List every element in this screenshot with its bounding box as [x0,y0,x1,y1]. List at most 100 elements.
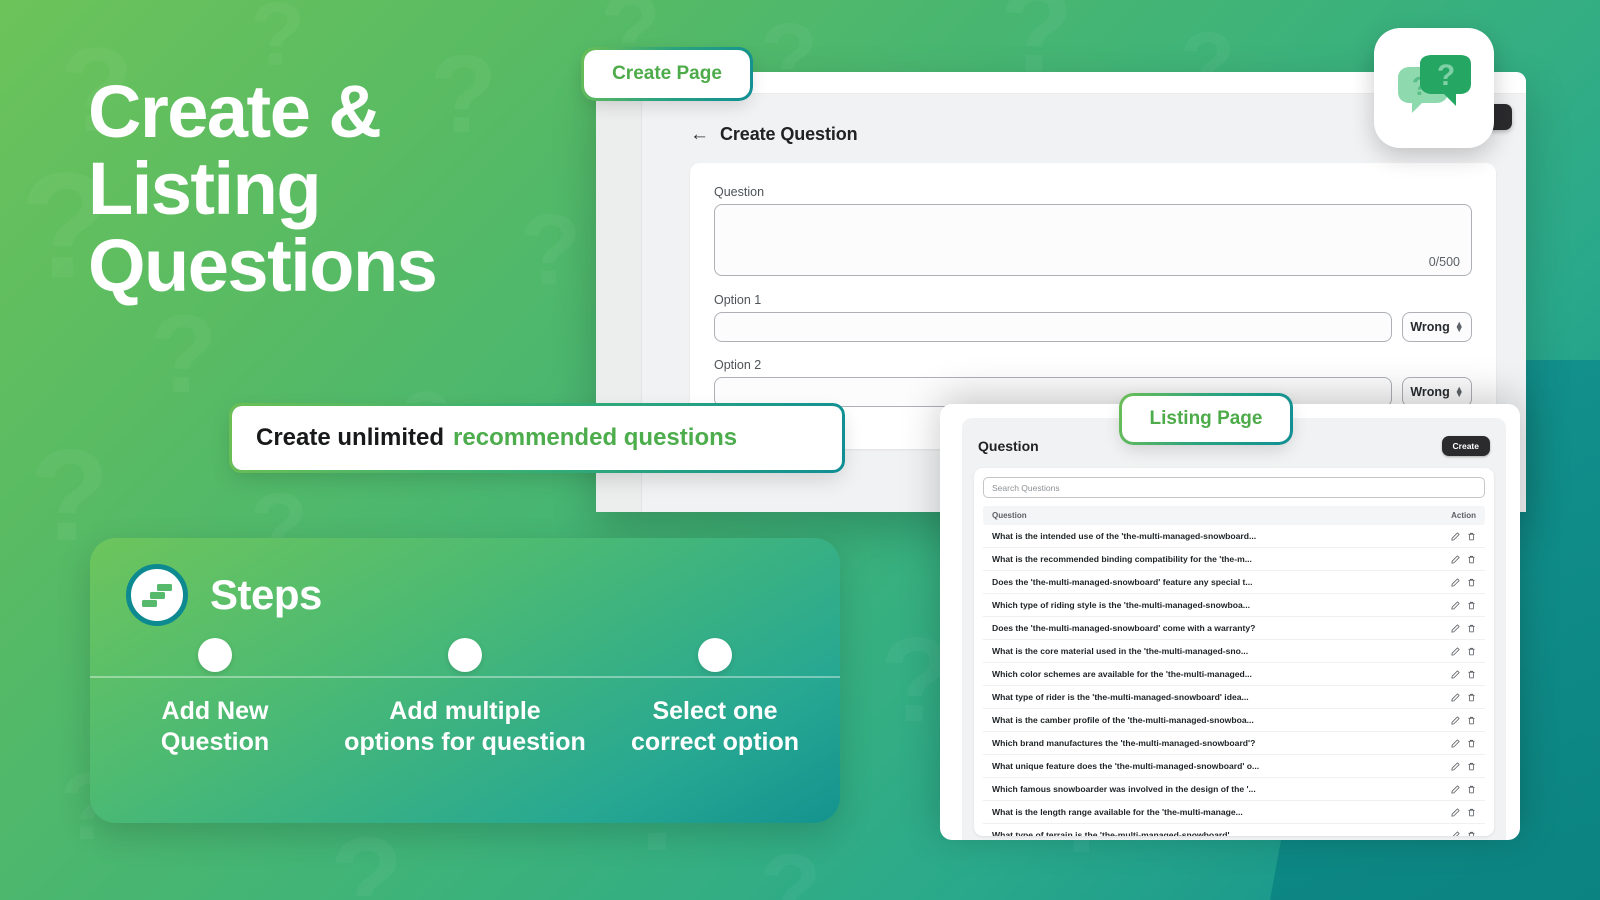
pencil-icon[interactable] [1451,692,1460,702]
table-row[interactable]: What is the length range available for t… [983,801,1485,824]
row-actions [1451,669,1476,679]
search-questions-input[interactable]: Search Questions [983,477,1485,498]
question-cell: Does the 'the-multi-managed-snowboard' c… [992,623,1256,633]
create-button[interactable]: Create [1441,436,1490,456]
option-2-input[interactable] [714,377,1392,407]
pencil-icon[interactable] [1451,784,1460,794]
question-cell: Does the 'the-multi-managed-snowboard' f… [992,577,1253,587]
step-item-3: Select one correct option [590,638,840,757]
stairs-icon [126,564,188,626]
question-cell: What unique feature does the 'the-multi-… [992,761,1260,771]
trash-icon[interactable] [1467,532,1476,541]
question-cell: What type of rider is the 'the-multi-man… [992,692,1249,702]
listing-page-window: Question Create Search Questions Questio… [940,404,1520,840]
table-row[interactable]: Which famous snowboarder was involved in… [983,778,1485,801]
option-1-correctness-select[interactable]: Wrong ▲ ▼ [1402,312,1472,342]
table-row[interactable]: Which type of riding style is the 'the-m… [983,594,1485,617]
row-actions [1451,738,1476,748]
trash-icon[interactable] [1467,808,1476,817]
pencil-icon[interactable] [1451,646,1460,656]
table-row[interactable]: What is the camber profile of the 'the-m… [983,709,1485,732]
table-row[interactable]: Which brand manufactures the 'the-multi-… [983,732,1485,755]
step-dot [448,638,482,672]
option-1-select-value: Wrong [1410,320,1450,334]
table-row[interactable]: What is the intended use of the 'the-mul… [983,525,1485,548]
step-item-1: Add New Question [90,638,340,757]
row-actions [1451,554,1476,564]
trash-icon[interactable] [1467,647,1476,656]
tagline-green-text: recommended questions [453,424,738,451]
row-actions [1451,807,1476,817]
app-logo-tile: ? ? [1374,28,1494,148]
trash-icon[interactable] [1467,762,1476,771]
pencil-icon[interactable] [1451,715,1460,725]
row-actions [1451,623,1476,633]
pencil-icon[interactable] [1451,807,1460,817]
row-actions [1451,531,1476,541]
back-arrow-icon[interactable]: ← [690,125,709,144]
trash-icon[interactable] [1467,578,1476,587]
badge-listing-page: Listing Page [1122,396,1290,442]
table-row[interactable]: Does the 'the-multi-managed-snowboard' c… [983,617,1485,640]
watermark-question-mark: ? [150,300,217,410]
tagline-banner: Create unlimited recommended questions [232,406,842,470]
listing-page-title: Question [978,438,1039,454]
pencil-icon[interactable] [1451,830,1460,837]
pencil-icon[interactable] [1451,738,1460,748]
row-actions [1451,830,1476,837]
trash-icon[interactable] [1467,693,1476,702]
trash-icon[interactable] [1467,624,1476,633]
option-1-input[interactable] [714,312,1392,342]
page-title: Create & Listing Questions [88,70,438,307]
watermark-question-mark: ? [760,840,821,900]
question-field-label: Question [714,185,765,199]
pencil-icon[interactable] [1451,554,1460,564]
question-input[interactable] [714,204,1472,276]
trash-icon[interactable] [1467,555,1476,564]
row-actions [1451,646,1476,656]
question-cell: What is the core material used in the 't… [992,646,1249,656]
table-row[interactable]: What type of rider is the 'the-multi-man… [983,686,1485,709]
stairs-glyph [142,584,172,607]
question-cell: What is the length range available for t… [992,807,1243,817]
question-cell: What is the camber profile of the 'the-m… [992,715,1254,725]
listing-page-body: Question Create Search Questions Questio… [962,418,1506,840]
table-row[interactable]: What is the recommended binding compatib… [983,548,1485,571]
chevron-updown-icon: ▲ ▼ [1454,319,1464,334]
pencil-icon[interactable] [1451,600,1460,610]
svg-text:?: ? [1437,59,1455,92]
pencil-icon[interactable] [1451,577,1460,587]
steps-card: Steps Add New Question Add multiple optio… [90,538,840,823]
table-row[interactable]: What unique feature does the 'the-multi-… [983,755,1485,778]
trash-icon[interactable] [1467,831,1476,837]
row-actions [1451,577,1476,587]
option-2-correctness-select[interactable]: Wrong ▲ ▼ [1402,377,1472,407]
trash-icon[interactable] [1467,670,1476,679]
tagline-dark-text: Create unlimited [256,424,445,451]
table-row[interactable]: Does the 'the-multi-managed-snowboard' f… [983,571,1485,594]
pencil-icon[interactable] [1451,761,1460,771]
step-label: Add multiple options for question [344,697,586,756]
option-1-label: Option 1 [714,293,762,307]
trash-icon[interactable] [1467,601,1476,610]
trash-icon[interactable] [1467,785,1476,794]
chevron-updown-icon: ▲ ▼ [1454,384,1464,399]
question-cell: What type of terrain is the 'the-multi-m… [992,830,1237,836]
row-actions [1451,600,1476,610]
pencil-icon[interactable] [1451,669,1460,679]
create-question-main: ← Create Question Question 0/500 Option … [642,110,1526,449]
trash-icon[interactable] [1467,739,1476,748]
pencil-icon[interactable] [1451,531,1460,541]
hero-section: Create & Listing Questions [88,70,608,307]
pencil-icon[interactable] [1451,623,1460,633]
step-item-2: Add multiple options for question [340,638,590,757]
option-1-row: Wrong ▲ ▼ [714,312,1472,342]
table-header-row: Question Action [983,506,1485,525]
option-2-label: Option 2 [714,358,762,372]
trash-icon[interactable] [1467,716,1476,725]
table-row[interactable]: What type of terrain is the 'the-multi-m… [983,824,1485,836]
table-row[interactable]: What is the core material used in the 't… [983,640,1485,663]
table-row[interactable]: Which color schemes are available for th… [983,663,1485,686]
watermark-question-mark: ? [250,0,305,80]
row-actions [1451,692,1476,702]
